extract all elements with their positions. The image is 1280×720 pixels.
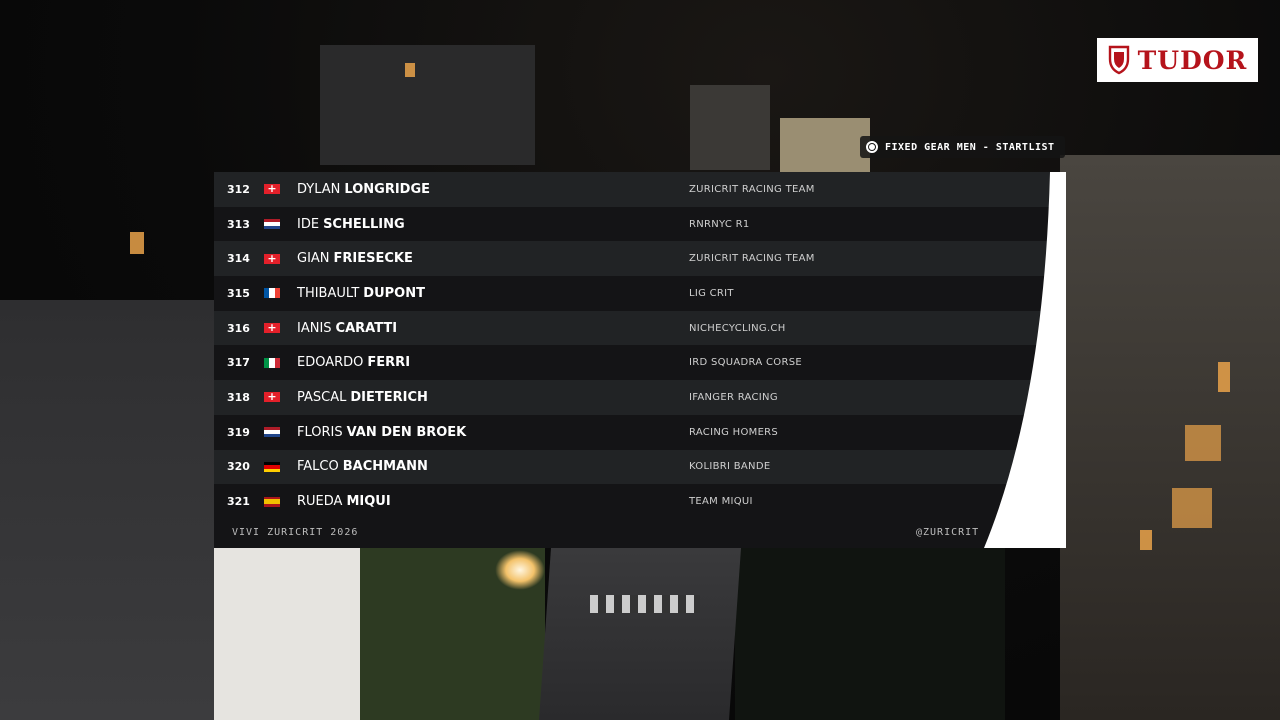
rider-row: 312 DYLANLONGRIDGE ZURICRIT RACING TEAM bbox=[214, 172, 1050, 207]
rider-last-name: BACHMANN bbox=[342, 459, 428, 475]
rider-name: PASCAL DIETERICH bbox=[297, 390, 428, 405]
panel-footer: VIVI ZURICRIT 2026 @ZURICRIT bbox=[214, 519, 1014, 548]
rider-name: THIBAULT DUPONT bbox=[297, 286, 425, 301]
bib-number: 315 bbox=[227, 286, 250, 300]
rider-row: 314 GIANFRIESECKE ZURICRIT RACING TEAM bbox=[214, 241, 1050, 277]
rider-row: 316 IANISCARATTI NICHECYCLING.CH bbox=[214, 310, 1050, 346]
startlist-heading: FIXED GEAR MEN - STARTLIST bbox=[860, 136, 1065, 158]
rider-first-name: EDOARDO bbox=[297, 355, 364, 371]
rider-last-name: MIQUI bbox=[346, 494, 391, 510]
brand-name: TUDOR bbox=[1137, 45, 1248, 75]
netherlands-flag-icon bbox=[264, 219, 280, 230]
rider-name: FLORIS VAN DEN BROEK bbox=[297, 425, 466, 440]
bib-number: 316 bbox=[227, 321, 250, 335]
rider-name: EDOARDO FERRI bbox=[297, 355, 410, 370]
rider-team: NICHECYCLING.CH bbox=[689, 322, 786, 334]
netherlands-flag-icon bbox=[264, 427, 280, 438]
rider-last-name: DIETERICH bbox=[350, 389, 428, 405]
rider-last-name: DUPONT bbox=[363, 285, 425, 301]
tudor-logo: TUDOR bbox=[1097, 38, 1258, 82]
bib-number: 312 bbox=[227, 182, 250, 196]
rider-name: DYLAN LONGRIDGE bbox=[297, 182, 430, 197]
germany-flag-icon bbox=[264, 461, 280, 472]
rider-name: FALCO BACHMANN bbox=[297, 459, 428, 474]
rider-first-name: THIBAULT bbox=[297, 285, 360, 301]
rider-name: IDE SCHELLING bbox=[297, 217, 405, 232]
rider-first-name: RUEDA bbox=[297, 494, 343, 510]
footer-handle: @ZURICRIT bbox=[916, 527, 980, 538]
rider-name: IANIS CARATTI bbox=[297, 321, 397, 336]
rider-row: 315 THIBAULT DUPONT LIG CRIT bbox=[214, 276, 1050, 311]
bib-number: 314 bbox=[227, 252, 250, 266]
switzerland-flag-icon bbox=[264, 184, 280, 195]
rider-team: IRD SQUADRA CORSE bbox=[689, 357, 802, 369]
rider-last-name: CARATTI bbox=[335, 320, 398, 336]
rider-team: RACING HOMERS bbox=[689, 426, 779, 438]
rider-team: LIG CRIT bbox=[689, 287, 734, 299]
switzerland-flag-icon bbox=[264, 392, 280, 403]
rider-row: 320 FALCO BACHMANN KOLIBRI BANDE bbox=[214, 449, 1050, 485]
bib-number: 321 bbox=[227, 495, 250, 509]
rider-row: 321 RUEDA MIQUI TEAM MIQUI bbox=[214, 484, 1050, 519]
rider-last-name: SCHELLING bbox=[323, 216, 405, 232]
rider-team: RNRNYC R1 bbox=[689, 218, 750, 230]
rider-first-name: IDE bbox=[297, 216, 320, 232]
rider-first-name: GIAN bbox=[297, 251, 330, 267]
switzerland-flag-icon bbox=[264, 323, 280, 334]
rider-row: 313 IDE SCHELLING RNRNYC R1 bbox=[214, 206, 1050, 242]
startlist-panel: 312 DYLANLONGRIDGE ZURICRIT RACING TEAM 313… bbox=[214, 172, 1066, 548]
heading-label: FIXED GEAR MEN - STARTLIST bbox=[885, 141, 1055, 153]
rider-first-name: PASCAL bbox=[297, 389, 347, 405]
italy-flag-icon bbox=[264, 357, 280, 368]
rider-last-name: VAN DEN BROEK bbox=[346, 424, 467, 440]
rider-team: KOLIBRI BANDE bbox=[689, 461, 771, 473]
rider-row: 317 EDOARDO FERRI IRD SQUADRA CORSE bbox=[214, 345, 1050, 381]
rider-list: 312 DYLANLONGRIDGE ZURICRIT RACING TEAM 313… bbox=[214, 172, 1050, 519]
bib-number: 313 bbox=[227, 217, 250, 231]
rider-first-name: DYLAN bbox=[297, 181, 341, 197]
radio-dot-icon bbox=[866, 141, 878, 153]
rider-team: ZURICRIT RACING TEAM bbox=[689, 253, 815, 265]
rider-last-name: FRIESECKE bbox=[333, 251, 413, 267]
bib-number: 318 bbox=[227, 390, 250, 404]
rider-first-name: IANIS bbox=[297, 320, 332, 336]
rider-team: TEAM MIQUI bbox=[689, 496, 753, 508]
rider-name: GIAN FRIESECKE bbox=[297, 251, 413, 266]
france-flag-icon bbox=[264, 288, 280, 299]
bib-number: 319 bbox=[227, 425, 250, 439]
rider-team: IFANGER RACING bbox=[689, 391, 778, 403]
footer-event: VIVI ZURICRIT 2026 bbox=[232, 527, 359, 538]
rider-last-name: FERRI bbox=[367, 355, 411, 371]
rider-first-name: FLORIS bbox=[297, 424, 343, 440]
bib-number: 320 bbox=[227, 460, 250, 474]
rider-team: ZURICRIT RACING TEAM bbox=[689, 183, 815, 195]
switzerland-flag-icon bbox=[264, 253, 280, 264]
rider-name: RUEDA MIQUI bbox=[297, 494, 391, 509]
shield-icon bbox=[1108, 45, 1129, 75]
rider-first-name: FALCO bbox=[297, 459, 339, 475]
rider-row: 318 PASCALDIETERICH IFANGER RACING bbox=[214, 380, 1050, 415]
rider-last-name: LONGRIDGE bbox=[344, 181, 431, 197]
bib-number: 317 bbox=[227, 356, 250, 370]
rider-row: 319 FLORIS VAN DEN BROEK RACING HOMERS bbox=[214, 414, 1050, 450]
spain-flag-icon bbox=[264, 496, 280, 507]
